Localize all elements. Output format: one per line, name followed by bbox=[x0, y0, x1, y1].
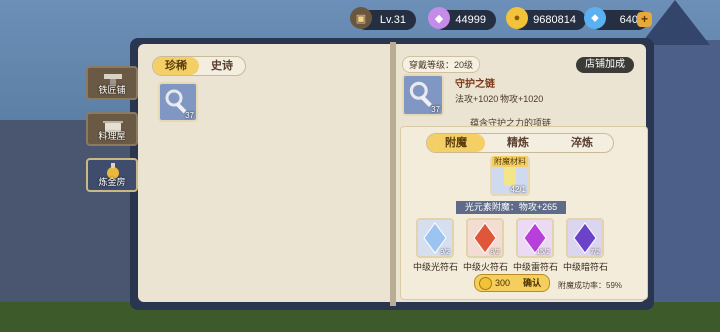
rarity-tabs: 珍稀 史诗 bbox=[152, 56, 246, 76]
tab-blacksmith[interactable]: 铁匠铺 bbox=[86, 66, 138, 100]
gem-fire-slot[interactable]: 8/2 bbox=[466, 218, 504, 258]
diamond-orb-icon: ◆ bbox=[428, 7, 450, 29]
level-text: Lv.31 bbox=[379, 14, 406, 26]
gem-thunder-count: 15/2 bbox=[536, 249, 550, 256]
enchant-cost: 300 bbox=[495, 278, 511, 288]
selected-item-count: 37 bbox=[431, 105, 440, 114]
energy-count: 640 bbox=[619, 14, 638, 26]
material-count: 42/1 bbox=[510, 185, 526, 194]
add-energy-button[interactable]: + bbox=[637, 12, 652, 27]
stat-physical-attack: 物攻+1020 bbox=[500, 94, 544, 104]
gold-pill: ● 9680814 bbox=[506, 7, 586, 30]
tab-enchant[interactable]: 附魔 bbox=[427, 134, 485, 152]
diamond-pill: ◆ 44999 bbox=[428, 7, 496, 30]
success-rate: 附魔成功率：59% bbox=[558, 281, 623, 290]
item-count: 37 bbox=[185, 111, 194, 120]
treasure-chest-icon: ▣ bbox=[350, 7, 372, 29]
gem-dark-slot[interactable]: 7/2 bbox=[566, 218, 604, 258]
energy-pill: ⬥ 640 + bbox=[584, 7, 652, 30]
gem-dark-label: 中级暗符石 bbox=[563, 262, 609, 272]
tab-kitchen[interactable]: 料理屋 bbox=[86, 112, 138, 146]
inventory-item-slot[interactable]: 37 bbox=[158, 82, 198, 122]
confirm-enchant-button[interactable]: 300 确认 bbox=[474, 274, 550, 292]
gold-count: 9680814 bbox=[533, 14, 576, 26]
gem-thunder-slot[interactable]: 15/2 bbox=[516, 218, 554, 258]
diamond-count: 44999 bbox=[455, 14, 486, 26]
item-name: 守护之链 bbox=[455, 79, 495, 90]
level-pill: ▣ Lv.31 bbox=[350, 7, 416, 30]
tab-kitchen-label: 料理屋 bbox=[98, 131, 126, 141]
tab-rare[interactable]: 珍稀 bbox=[153, 57, 199, 75]
gem-light-slot[interactable]: 9/2 bbox=[416, 218, 454, 258]
gold-coin-icon: ● bbox=[506, 7, 528, 29]
gem-thunder-label: 中级雷符石 bbox=[513, 262, 559, 272]
tab-epic[interactable]: 史诗 bbox=[199, 57, 245, 75]
gem-light-count: 9/2 bbox=[440, 249, 450, 256]
gem-dark-count: 7/2 bbox=[590, 249, 600, 256]
gold-coin-icon bbox=[479, 277, 492, 290]
stat-magic-attack: 法攻+1020 bbox=[455, 94, 499, 104]
material-label: 附魔材料 bbox=[492, 156, 528, 167]
tab-alchemy[interactable]: 炼金房 bbox=[86, 158, 138, 192]
gem-fire-label: 中级火符石 bbox=[463, 262, 509, 272]
tab-blacksmith-label: 铁匠铺 bbox=[98, 85, 126, 95]
confirm-label: 确认 bbox=[523, 278, 542, 288]
tab-refine[interactable]: 精炼 bbox=[485, 134, 551, 152]
energy-crystal-icon: ⬥ bbox=[584, 7, 606, 29]
shop-bonus-button[interactable]: 店铺加成 bbox=[576, 57, 634, 73]
tab-alchemy-label: 炼金房 bbox=[98, 177, 126, 187]
selected-item-slot: 37 bbox=[402, 74, 444, 116]
enchant-effect: 光元素附魔：物攻+265 bbox=[456, 201, 566, 214]
book-spine bbox=[390, 42, 396, 306]
tab-temper[interactable]: 淬炼 bbox=[551, 134, 613, 152]
left-building bbox=[0, 120, 140, 332]
gem-fire-count: 8/2 bbox=[490, 249, 500, 256]
enhance-tabs: 附魔 精炼 淬炼 bbox=[426, 133, 614, 153]
gem-light-label: 中级光符石 bbox=[413, 262, 459, 272]
wear-level: 穿戴等级：20级 bbox=[402, 56, 481, 73]
